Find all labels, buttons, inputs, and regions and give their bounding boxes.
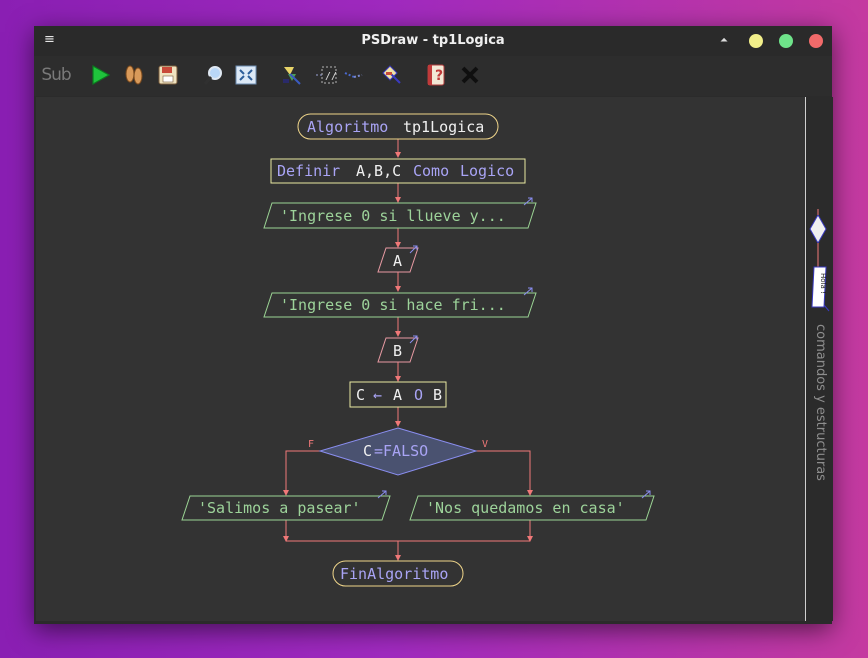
- output-arrow-icon: [523, 197, 533, 206]
- sub-label: Sub: [41, 65, 71, 85]
- decision-node[interactable]: C =FALSO F V: [308, 427, 488, 476]
- maximize-button[interactable]: [779, 34, 793, 48]
- connectors: [283, 139, 533, 561]
- window-title: PSDraw - tp1Logica: [361, 33, 505, 48]
- output-arrow-icon: [377, 490, 387, 499]
- write-node-false[interactable]: 'Salimos a pasear': [181, 490, 391, 521]
- sub-button[interactable]: Sub: [40, 61, 72, 89]
- algorithm-name: tp1Logica: [403, 118, 484, 136]
- write-text-1: 'Ingrese 0 si llueve y...: [280, 207, 506, 225]
- assign-operator: O: [414, 386, 423, 404]
- read-node-a[interactable]: A: [377, 245, 419, 273]
- define-vars: A,B,C: [356, 162, 401, 180]
- color-toggle-button[interactable]: [278, 61, 306, 89]
- input-arrow-icon: [409, 335, 418, 344]
- toolbar: Sub // ?: [34, 56, 832, 96]
- floppy-disk-icon: [158, 65, 178, 85]
- start-node[interactable]: Algoritmo tp1Logica: [297, 113, 499, 140]
- close-button[interactable]: [809, 34, 823, 48]
- output-arrow-icon: [523, 287, 533, 296]
- variables-button[interactable]: [378, 61, 406, 89]
- commands-panel-label[interactable]: comandos y estructuras: [808, 324, 828, 564]
- assign-node[interactable]: C ← A O B: [349, 381, 447, 408]
- write-node-1[interactable]: 'Ingrese 0 si llueve y...: [263, 197, 537, 229]
- assign-operand-b: B: [433, 386, 442, 404]
- dotted-lines-icon: [344, 72, 363, 78]
- condition-rest: =FALSO: [374, 442, 428, 460]
- comment-slashes-icon: //: [316, 66, 337, 84]
- svg-text://: //: [325, 71, 337, 82]
- mini-write-label: Hola !: [819, 273, 827, 294]
- start-keyword: Algoritmo: [307, 118, 388, 136]
- diagram-arrow-icon: [382, 65, 401, 84]
- assign-operand-a: A: [393, 386, 402, 404]
- fit-to-window-button[interactable]: [232, 61, 260, 89]
- write-text-true: 'Nos quedamos en casa': [426, 499, 625, 517]
- define-como: Como: [413, 162, 449, 180]
- save-image-button[interactable]: [154, 61, 182, 89]
- define-type: Logico: [460, 162, 514, 180]
- true-branch-label: V: [482, 439, 488, 450]
- title-bar[interactable]: ≡ PSDraw - tp1Logica ⏶: [34, 26, 832, 56]
- help-book-icon: ?: [427, 64, 445, 86]
- close-diagram-button[interactable]: [456, 61, 484, 89]
- read-node-b[interactable]: B: [377, 335, 419, 363]
- close-x-icon: [461, 66, 479, 84]
- play-icon: [92, 64, 111, 86]
- flowchart: Algoritmo tp1Logica Definir A,B,C Como L…: [181, 113, 655, 587]
- define-keyword: Definir: [277, 162, 340, 180]
- shapes-toggle-button[interactable]: [340, 61, 368, 89]
- footprints-icon: [125, 65, 143, 85]
- write-text-2: 'Ingrese 0 si hace fri...: [280, 296, 506, 314]
- step-by-step-button[interactable]: [120, 61, 148, 89]
- output-arrow-icon: [641, 490, 651, 499]
- svg-text:?: ?: [435, 68, 443, 84]
- assign-target: C: [356, 386, 365, 404]
- colored-diagram-icon: [283, 67, 301, 85]
- write-text-false: 'Salimos a pasear': [198, 499, 361, 517]
- assign-arrow: ←: [373, 386, 382, 404]
- comments-toggle-button[interactable]: //: [312, 61, 340, 89]
- app-window: ≡ PSDraw - tp1Logica ⏶ Sub // ? Algoritm…: [34, 26, 833, 624]
- fit-screen-icon: [235, 65, 257, 85]
- read-var-b: B: [393, 342, 402, 360]
- commands-palette-preview: Hola !: [809, 209, 830, 312]
- write-node-true[interactable]: 'Nos quedamos en casa': [409, 490, 655, 521]
- condition-var: C: [363, 442, 372, 460]
- false-branch-label: F: [308, 439, 314, 450]
- help-button[interactable]: ?: [422, 61, 450, 89]
- write-node-2[interactable]: 'Ingrese 0 si hace fri...: [263, 287, 537, 318]
- flowchart-canvas[interactable]: Algoritmo tp1Logica Definir A,B,C Como L…: [36, 97, 805, 621]
- define-node[interactable]: Definir A,B,C Como Logico: [270, 158, 526, 184]
- minimize-button[interactable]: [749, 34, 763, 48]
- zoom-button[interactable]: [200, 61, 228, 89]
- end-node[interactable]: FinAlgoritmo: [332, 560, 464, 587]
- input-arrow-icon: [409, 245, 418, 254]
- end-keyword: FinAlgoritmo: [340, 565, 448, 583]
- magnifier-icon: [203, 66, 222, 85]
- run-button[interactable]: [86, 61, 114, 89]
- shade-window-icon[interactable]: ⏶: [718, 35, 730, 47]
- read-var-a: A: [393, 252, 402, 270]
- decision-shape-icon: [809, 213, 827, 245]
